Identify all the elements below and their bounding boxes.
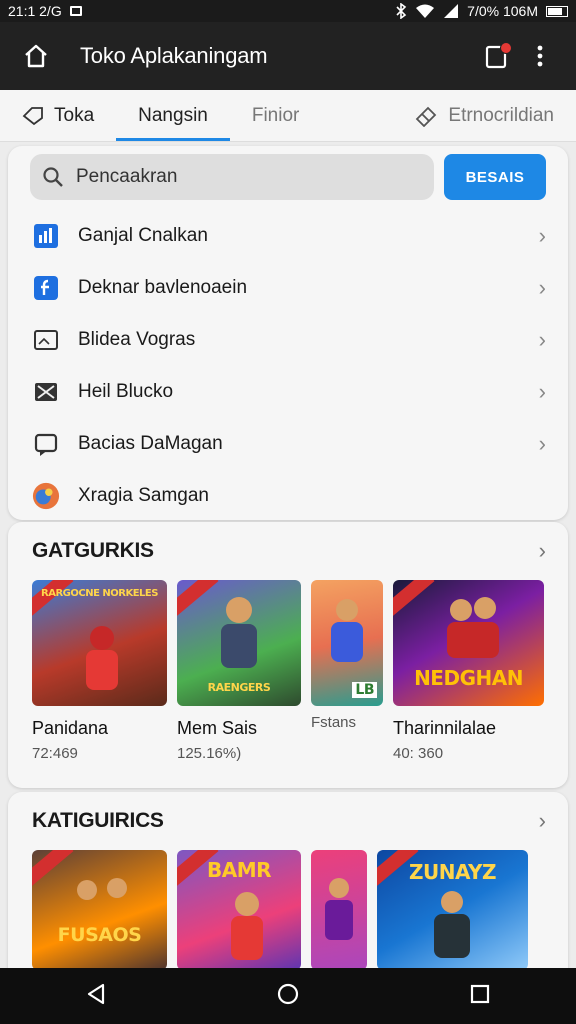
chevron-right-icon: › xyxy=(538,327,546,352)
game-meta: Fstans xyxy=(311,714,357,731)
menu-item-bacias[interactable]: Bacias DaMagan › xyxy=(8,418,568,470)
tab-label: Etrnocrildian xyxy=(448,104,554,126)
game-thumbnail[interactable]: BAMR xyxy=(177,850,301,970)
more-options-button[interactable] xyxy=(518,34,562,78)
menu-item-ganjal[interactable]: Ganjal Cnalkan › xyxy=(8,210,568,262)
back-button[interactable] xyxy=(85,982,107,1011)
section-header[interactable]: GATGURKIS › xyxy=(8,522,568,580)
game-name: Tharinnilalae xyxy=(393,718,497,738)
chevron-right-icon: › xyxy=(538,538,546,563)
game-meta: 40: 360 xyxy=(393,745,444,762)
game-thumbnail: RAENGERS xyxy=(177,580,301,706)
menu-item-label: Blidea Vogras xyxy=(78,329,196,350)
notification-icon xyxy=(69,6,82,16)
system-nav-bar xyxy=(0,968,576,1024)
recents-button[interactable] xyxy=(469,983,491,1010)
game-thumbnail[interactable]: ZUNAYZ xyxy=(377,850,528,970)
game-name: Mem Sais xyxy=(177,718,258,738)
game-thumbnail: RARGOCNE NORKELES xyxy=(32,580,167,706)
tab-bar: Toka Nangsin Finior Etrnocrildian xyxy=(0,90,576,142)
menu-item-label: Xragia Samgan xyxy=(78,485,209,506)
status-time: 21:1 2/G xyxy=(8,3,62,19)
chevron-right-icon: › xyxy=(538,379,546,404)
thumbnail-caption: ZUNAYZ xyxy=(408,860,497,884)
status-bar: 21:1 2/G 7/0% 106M xyxy=(0,0,576,22)
back-triangle-icon xyxy=(87,983,104,1004)
game-tile[interactable]: RARGOCNE NORKELES Panidana 72:469 xyxy=(32,580,167,762)
game-thumbnail[interactable]: FUSAOS xyxy=(32,850,167,970)
search-placeholder: Pencaakran xyxy=(76,166,178,187)
thumbnail-caption: FUSAOS xyxy=(57,924,142,946)
app-bar: Toko Aplakaningam xyxy=(0,22,576,90)
thumbnail-caption: LB xyxy=(352,682,377,698)
menu-item-heil[interactable]: Heil Blucko › xyxy=(8,366,568,418)
chart-app-icon xyxy=(32,222,60,250)
chevron-right-icon: › xyxy=(538,431,546,456)
tab-finior[interactable]: Finior xyxy=(230,90,322,141)
tab-toka[interactable]: Toka xyxy=(0,90,116,141)
thumbnail-caption: RARGOCNE NORKELES xyxy=(41,588,158,599)
tag-icon xyxy=(22,106,43,125)
game-thumbnail: NEDGHAN xyxy=(393,580,544,706)
chat-icon xyxy=(32,430,60,458)
menu-item-xragia[interactable]: Xragia Samgan xyxy=(8,470,568,522)
wifi-icon xyxy=(416,4,435,18)
battery-icon xyxy=(546,5,568,17)
games-section-2: KATIGUIRICS › FUSAOS BAMR ZUNAYZ xyxy=(8,792,568,972)
signal-icon xyxy=(444,4,459,18)
game-thumbnail: LB xyxy=(311,580,383,706)
ticket-icon xyxy=(416,106,437,127)
home-button[interactable] xyxy=(14,34,58,78)
chevron-right-icon: › xyxy=(538,808,546,833)
game-tile[interactable]: NEDGHAN Tharinnilalae 40: 360 xyxy=(393,580,544,762)
game-name: Panidana xyxy=(32,718,109,738)
game-tile[interactable]: LB Fstans xyxy=(311,580,383,762)
notification-badge xyxy=(500,42,512,54)
search-icon xyxy=(43,167,63,187)
app-title: Toko Aplakaningam xyxy=(80,43,268,68)
notifications-button[interactable] xyxy=(474,34,518,78)
chevron-right-icon: › xyxy=(538,223,546,248)
menu-item-label: Deknar bavlenoaein xyxy=(78,277,248,298)
recents-square-icon xyxy=(471,984,490,1003)
tab-label: Toka xyxy=(54,104,95,126)
thumbnail-caption: RAENGERS xyxy=(207,681,271,694)
search-menu-card: Pencaakran BESAIS Ganjal Cnalkan › Dekna… xyxy=(8,146,568,520)
image-icon xyxy=(32,326,60,354)
bluetooth-icon xyxy=(396,3,407,19)
f-app-icon xyxy=(32,274,60,302)
section-title: GATGURKIS xyxy=(32,539,154,562)
menu-item-deknar[interactable]: Deknar bavlenoaein › xyxy=(8,262,568,314)
search-input[interactable]: Pencaakran xyxy=(30,154,434,200)
tab-label: Finior xyxy=(251,104,300,126)
tab-label: Nangsin xyxy=(138,104,208,126)
mail-icon xyxy=(32,378,60,406)
tab-nangsin[interactable]: Nangsin xyxy=(116,90,230,141)
home-icon xyxy=(25,44,47,68)
tab-etrnocrildian[interactable]: Etrnocrildian xyxy=(392,90,576,141)
menu-item-label: Bacias DaMagan xyxy=(78,433,223,454)
more-vert-icon xyxy=(537,45,543,67)
globe-avatar-icon xyxy=(32,482,60,510)
game-meta: 125.16%) xyxy=(177,745,242,762)
menu-item-label: Ganjal Cnalkan xyxy=(78,225,208,246)
menu-list: Ganjal Cnalkan › Deknar bavlenoaein › Bl… xyxy=(8,210,568,522)
home-circle-icon xyxy=(277,983,299,1004)
games-section-1: GATGURKIS › RARGOCNE NORKELES Panidana 7… xyxy=(8,522,568,788)
game-thumbnail[interactable] xyxy=(311,850,367,970)
battery-text: 7/0% 106M xyxy=(467,3,538,19)
menu-item-label: Heil Blucko xyxy=(78,381,174,402)
section-header[interactable]: KATIGUIRICS › xyxy=(8,792,568,850)
section-title: KATIGUIRICS xyxy=(32,809,164,832)
thumbnail-caption: NEDGHAN xyxy=(414,666,523,690)
search-button[interactable]: BESAIS xyxy=(444,154,546,200)
game-meta: 72:469 xyxy=(32,745,78,762)
chevron-right-icon: › xyxy=(538,275,546,300)
menu-item-blidea[interactable]: Blidea Vogras › xyxy=(8,314,568,366)
home-nav-button[interactable] xyxy=(276,982,300,1011)
thumbnail-caption: BAMR xyxy=(206,858,272,882)
game-tile[interactable]: RAENGERS Mem Sais 125.16%) xyxy=(177,580,301,762)
